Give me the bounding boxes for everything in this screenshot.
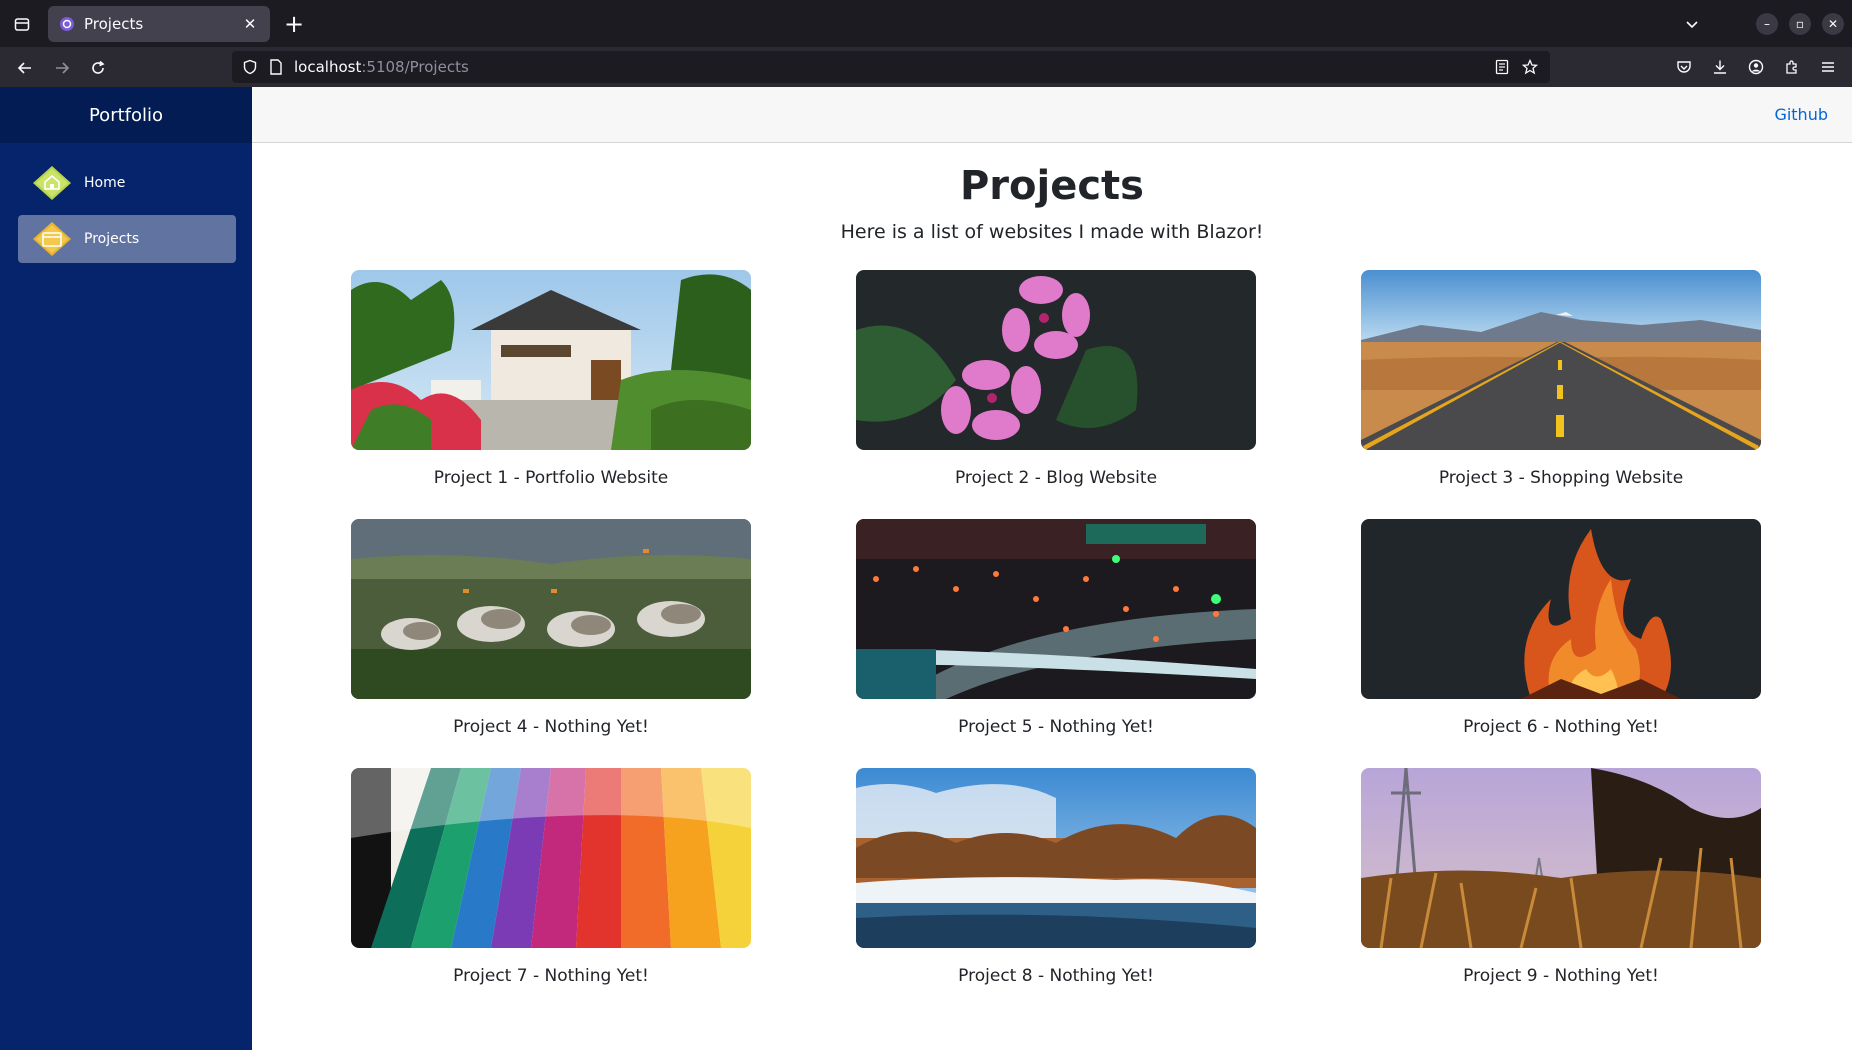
github-link[interactable]: Github	[1774, 105, 1828, 124]
project-card[interactable]: Project 6 - Nothing Yet!	[1361, 519, 1761, 737]
shield-icon[interactable]	[240, 57, 260, 77]
project-caption: Project 6 - Nothing Yet!	[1463, 717, 1659, 737]
project-card[interactable]: Project 3 - Shopping Website	[1361, 270, 1761, 488]
browser-tab-bar: Projects ✕ + – ▫ ✕	[0, 0, 1852, 47]
main-content: Projects Here is a list of websites I ma…	[252, 143, 1852, 1050]
extensions-icon[interactable]	[1779, 54, 1805, 80]
reload-icon[interactable]	[84, 54, 112, 82]
bookmark-star-icon[interactable]	[1520, 57, 1540, 77]
sidebar: Portfolio Home Projects	[0, 87, 252, 1050]
restore-icon[interactable]: ▫	[1789, 13, 1811, 35]
pink-flowers-photo[interactable]	[856, 270, 1256, 450]
account-icon[interactable]	[1743, 54, 1769, 80]
pocket-icon[interactable]	[1671, 54, 1697, 80]
project-card[interactable]: Project 1 - Portfolio Website	[351, 270, 751, 488]
sidebar-item-label: Projects	[84, 231, 140, 247]
page: Portfolio Home Projects Github Projects …	[0, 87, 1852, 1050]
power-tower-grass-photo[interactable]	[1361, 768, 1761, 948]
project-caption: Project 9 - Nothing Yet!	[1463, 966, 1659, 986]
minimize-icon[interactable]: –	[1756, 13, 1778, 35]
forward-arrow-icon[interactable]	[48, 54, 76, 82]
reader-view-icon[interactable]	[1492, 57, 1512, 77]
url-bar[interactable]: localhost:5108/Projects	[232, 51, 1550, 83]
top-row: Github	[252, 87, 1852, 143]
tab-list-icon[interactable]	[10, 12, 34, 36]
page-subtitle: Here is a list of websites I made with B…	[840, 221, 1264, 243]
color-swatches-photo[interactable]	[351, 768, 751, 948]
project-caption: Project 2 - Blog Website	[954, 468, 1158, 488]
project-card[interactable]: Project 2 - Blog Website	[856, 270, 1256, 488]
tab-close-icon[interactable]: ✕	[240, 14, 260, 34]
download-icon[interactable]	[1707, 54, 1733, 80]
menu-icon[interactable]	[1815, 54, 1841, 80]
city-night-photo[interactable]	[856, 519, 1256, 699]
project-caption: Project 3 - Shopping Website	[1438, 468, 1684, 488]
back-arrow-icon[interactable]	[11, 54, 39, 82]
close-window-icon[interactable]: ✕	[1822, 13, 1844, 35]
blazor-favicon-icon	[58, 15, 76, 33]
brand-title[interactable]: Portfolio	[0, 87, 252, 143]
project-caption: Project 4 - Nothing Yet!	[453, 717, 649, 737]
tab-title: Projects	[84, 15, 144, 33]
project-card[interactable]: Project 4 - Nothing Yet!	[351, 519, 751, 737]
chevron-down-icon[interactable]	[1680, 12, 1704, 36]
browser-tab[interactable]: Projects ✕	[48, 6, 270, 42]
fire-photo[interactable]	[1361, 519, 1761, 699]
winter-river-photo[interactable]	[856, 768, 1256, 948]
project-card[interactable]: Project 8 - Nothing Yet!	[856, 768, 1256, 986]
url-text: localhost:5108/Projects	[294, 58, 469, 76]
page-icon[interactable]	[266, 57, 286, 77]
geese-photo[interactable]	[351, 519, 751, 699]
japanese-house-photo[interactable]	[351, 270, 751, 450]
page-title: Projects	[959, 163, 1144, 209]
project-card[interactable]: Project 5 - Nothing Yet!	[856, 519, 1256, 737]
project-caption: Project 8 - Nothing Yet!	[958, 966, 1154, 986]
project-card[interactable]: Project 9 - Nothing Yet!	[1361, 768, 1761, 986]
home-icon	[32, 163, 72, 203]
projects-icon	[32, 219, 72, 259]
sidebar-item-projects[interactable]: Projects	[18, 215, 236, 263]
project-caption: Project 7 - Nothing Yet!	[453, 966, 649, 986]
project-card[interactable]: Project 7 - Nothing Yet!	[351, 768, 751, 986]
desert-road-photo[interactable]	[1361, 270, 1761, 450]
project-caption: Project 5 - Nothing Yet!	[958, 717, 1154, 737]
new-tab-icon[interactable]: +	[280, 10, 308, 38]
sidebar-item-label: Home	[84, 175, 126, 191]
project-caption: Project 1 - Portfolio Website	[433, 468, 669, 488]
browser-nav-bar: localhost:5108/Projects	[0, 47, 1852, 87]
sidebar-item-home[interactable]: Home	[18, 159, 236, 207]
